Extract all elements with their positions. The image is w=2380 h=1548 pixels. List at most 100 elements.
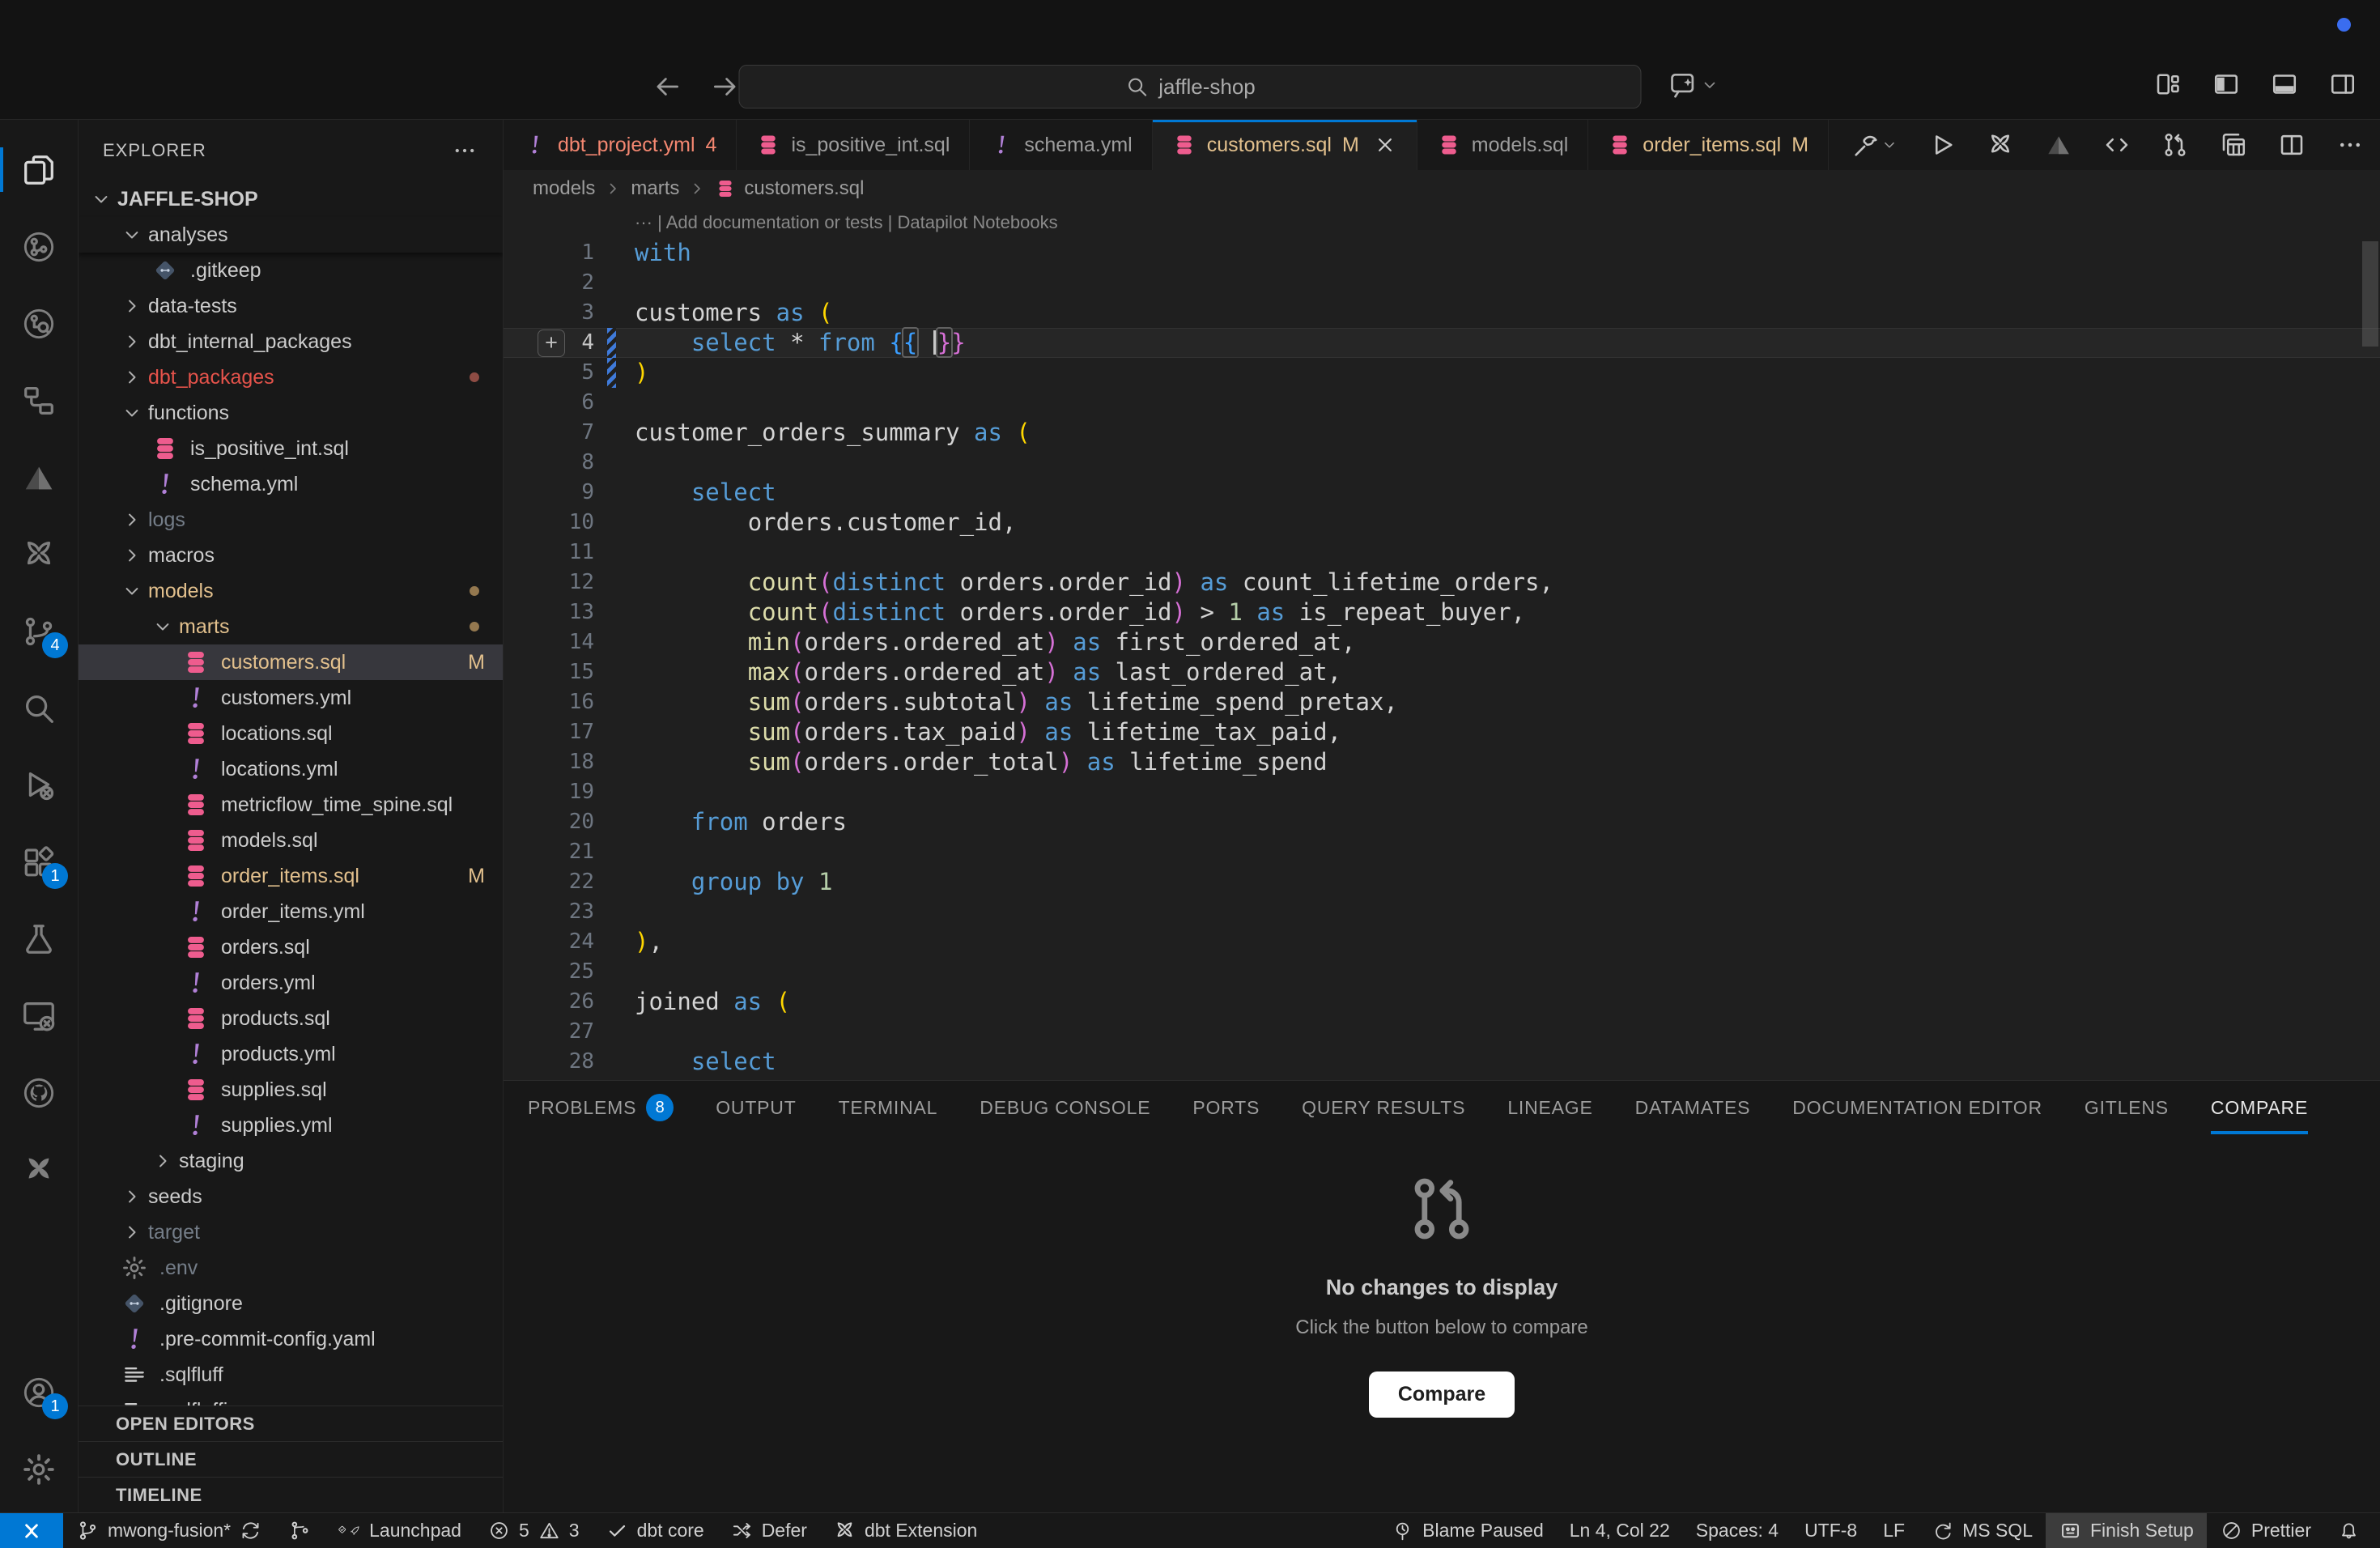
command-center-search[interactable]: jaffle-shop xyxy=(739,65,1642,108)
tree-item[interactable]: .env xyxy=(79,1250,503,1286)
activity-bar-item[interactable] xyxy=(0,362,78,439)
panel-tab[interactable]: PORTS xyxy=(1192,1081,1260,1134)
editor-action[interactable] xyxy=(2219,130,2248,159)
sidebar-section-header[interactable]: OPEN EDITORS xyxy=(79,1406,503,1441)
compare-button[interactable]: Compare xyxy=(1369,1372,1515,1418)
tree-item[interactable]: data-tests xyxy=(79,288,503,324)
status-item[interactable]: 5 3 xyxy=(474,1513,593,1548)
tree-item[interactable]: is_positive_int.sql xyxy=(79,431,503,466)
code-line[interactable]: 17 sum(orders.tax_paid) as lifetime_tax_… xyxy=(504,717,2380,747)
breadcrumb-folder[interactable]: models xyxy=(533,177,595,200)
status-item[interactable]: mwong-fusion* xyxy=(63,1513,275,1548)
editor-tab[interactable]: schema.yml xyxy=(970,120,1152,170)
status-item[interactable]: Finish Setup xyxy=(2046,1513,2207,1548)
tree-item[interactable]: schema.yml xyxy=(79,466,503,502)
status-item[interactable]: Defer xyxy=(717,1513,820,1548)
tree-item[interactable]: target xyxy=(79,1214,503,1250)
code-line[interactable]: 11 xyxy=(504,538,2380,568)
customize-layout-icon[interactable] xyxy=(2153,70,2182,99)
code-line[interactable]: 15 max(orders.ordered_at) as last_ordere… xyxy=(504,657,2380,687)
code-line[interactable]: 14 min(orders.ordered_at) as first_order… xyxy=(504,627,2380,657)
code-line[interactable]: 16 sum(orders.subtotal) as lifetime_spen… xyxy=(504,687,2380,717)
tree-item[interactable]: .pre-commit-config.yaml xyxy=(79,1321,503,1357)
code-line[interactable]: 8 xyxy=(504,448,2380,478)
status-item[interactable]: Blame Paused xyxy=(1378,1513,1557,1548)
tree-item[interactable]: analyses xyxy=(79,217,503,253)
code-line[interactable]: 4+ select * from {{ }} xyxy=(504,328,2380,358)
tree-item[interactable]: customers.sql M xyxy=(79,644,503,680)
toggle-secondary-sidebar-icon[interactable] xyxy=(2328,70,2357,99)
activity-bar-item[interactable] xyxy=(0,1431,78,1508)
editor-action[interactable] xyxy=(1986,130,2015,159)
breadcrumb-file[interactable]: customers.sql xyxy=(744,177,864,200)
toggle-panel-icon[interactable] xyxy=(2270,70,2299,99)
tree-item[interactable]: products.yml xyxy=(79,1036,503,1072)
toggle-sidebar-icon[interactable] xyxy=(2212,70,2241,99)
editor-action[interactable] xyxy=(2277,130,2306,159)
tree-item[interactable]: logs xyxy=(79,502,503,538)
code-line[interactable]: 2 xyxy=(504,268,2380,298)
code-line[interactable]: 3customers as ( xyxy=(504,298,2380,328)
editor-action[interactable] xyxy=(1927,130,1957,159)
status-item[interactable]: Spaces: 4 xyxy=(1683,1513,1791,1548)
code-line[interactable]: 10 orders.customer_id, xyxy=(504,508,2380,538)
panel-tab[interactable]: OUTPUT xyxy=(716,1081,796,1134)
code-line[interactable]: 9 select xyxy=(504,478,2380,508)
activity-bar-item[interactable] xyxy=(0,1054,78,1131)
code-line[interactable]: 23 xyxy=(504,897,2380,927)
tree-item[interactable]: customers.yml xyxy=(79,680,503,716)
activity-bar-item[interactable]: 1 xyxy=(0,1354,78,1431)
activity-bar-item[interactable]: 1 xyxy=(0,823,78,900)
editor-action[interactable] xyxy=(2044,130,2073,159)
code-line[interactable]: 20 from orders xyxy=(504,807,2380,837)
panel-tab[interactable]: QUERY RESULTS xyxy=(1302,1081,1465,1134)
activity-bar-item[interactable] xyxy=(0,208,78,285)
tree-item[interactable]: orders.yml xyxy=(79,965,503,1001)
tree-item[interactable]: models xyxy=(79,573,503,609)
editor-action[interactable] xyxy=(2102,130,2131,159)
code-line[interactable]: 13 count(distinct orders.order_id) > 1 a… xyxy=(504,598,2380,627)
tree-item[interactable]: marts xyxy=(79,609,503,644)
code-line[interactable]: 25 xyxy=(504,957,2380,987)
editor-action[interactable] xyxy=(2335,130,2365,159)
copilot-menu[interactable] xyxy=(1668,70,1719,100)
tree-item[interactable]: supplies.sql xyxy=(79,1072,503,1108)
editor-tab[interactable]: customers.sql M xyxy=(1153,120,1417,170)
code-editor[interactable]: 1with23customers as (4+ select * from {{… xyxy=(504,238,2380,1080)
panel-tab[interactable]: TERMINAL xyxy=(839,1081,938,1134)
status-item[interactable] xyxy=(2324,1513,2374,1548)
panel-tab[interactable]: LINEAGE xyxy=(1507,1081,1592,1134)
code-line[interactable]: 6 xyxy=(504,388,2380,418)
editor-tab[interactable]: dbt_project.yml 4 xyxy=(504,120,737,170)
code-line[interactable]: 27 xyxy=(504,1017,2380,1047)
code-line[interactable]: 7customer_orders_summary as ( xyxy=(504,418,2380,448)
status-item[interactable]: Launchpad xyxy=(325,1513,474,1548)
panel-tab[interactable]: PROBLEMS 8 xyxy=(528,1081,674,1134)
tree-item[interactable]: JAFFLE-SHOP xyxy=(79,181,503,217)
activity-bar-item[interactable] xyxy=(0,439,78,516)
tree-item[interactable]: .sqlfluffignore xyxy=(79,1393,503,1406)
tree-item[interactable]: locations.sql xyxy=(79,716,503,751)
status-item[interactable]: dbt core xyxy=(593,1513,717,1548)
tree-item[interactable]: .gitignore xyxy=(79,1286,503,1321)
ellipsis-icon[interactable] xyxy=(451,137,478,164)
status-item[interactable]: UTF-8 xyxy=(1791,1513,1870,1548)
tree-item[interactable]: .gitkeep xyxy=(79,253,503,288)
panel-tab[interactable]: DEBUG CONSOLE xyxy=(980,1081,1150,1134)
sidebar-section-header[interactable]: OUTLINE xyxy=(79,1441,503,1477)
code-line[interactable]: 1with xyxy=(504,238,2380,268)
editor-tab[interactable]: is_positive_int.sql xyxy=(737,120,970,170)
tree-item[interactable]: order_items.yml xyxy=(79,894,503,929)
activity-bar-item[interactable] xyxy=(0,746,78,823)
tree-item[interactable]: .sqlfluff xyxy=(79,1357,503,1393)
tree-item[interactable]: products.sql xyxy=(79,1001,503,1036)
back-icon[interactable] xyxy=(652,71,682,102)
code-line[interactable]: 18 sum(orders.order_total) as lifetime_s… xyxy=(504,747,2380,777)
status-item[interactable]: MS SQL xyxy=(1918,1513,2046,1548)
status-item[interactable]: Ln 4, Col 22 xyxy=(1557,1513,1683,1548)
code-line[interactable]: 12 count(distinct orders.order_id) as co… xyxy=(504,568,2380,598)
code-line[interactable]: 24), xyxy=(504,927,2380,957)
status-item[interactable]: dbt Extension xyxy=(820,1513,990,1548)
scrollbar-thumb[interactable] xyxy=(2362,241,2378,347)
forward-icon[interactable] xyxy=(710,71,741,102)
